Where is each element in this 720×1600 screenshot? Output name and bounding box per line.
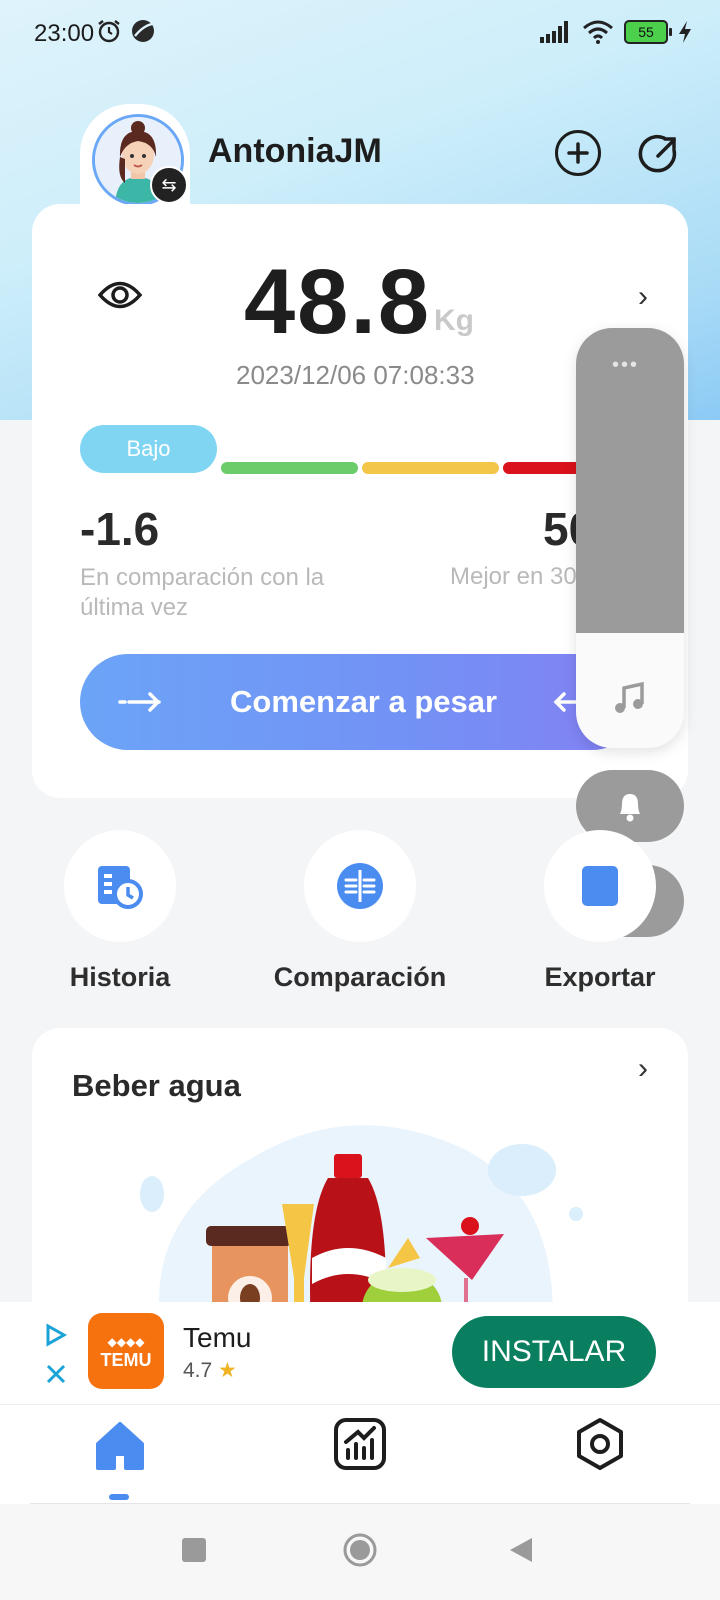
temu-logo-text: TEMU — [100, 1350, 152, 1370]
export-button[interactable] — [544, 830, 656, 942]
stats-icon[interactable] — [332, 1416, 388, 1477]
volume-panel[interactable]: ••• — [576, 328, 684, 748]
history-icon — [98, 866, 143, 909]
best-label: Mejor en 30 — [450, 563, 577, 590]
status-left-icons — [96, 18, 156, 44]
compare-button[interactable] — [304, 830, 416, 942]
history-label: Historia — [69, 962, 171, 992]
bar-segment-high — [362, 462, 499, 474]
battery-icon: 55 — [624, 20, 672, 44]
vpn-icon — [132, 20, 154, 42]
diff-value: -1.6 — [80, 503, 160, 555]
water-card-title: Beber agua — [72, 1068, 241, 1103]
water-chevron-right-icon[interactable]: › — [638, 1052, 648, 1086]
weight-unit: Kg — [434, 304, 474, 337]
diff-label: En comparación con la última vez — [80, 564, 325, 621]
nav-active-indicator — [109, 1494, 129, 1500]
ad-rating: 4.7 ★ — [183, 1358, 237, 1383]
ad-app-name: Temu — [183, 1322, 252, 1353]
charging-icon — [679, 21, 691, 43]
wifi-icon — [583, 20, 613, 44]
signal-icon — [540, 21, 568, 43]
recents-button[interactable] — [182, 1538, 206, 1562]
home-button[interactable] — [342, 1532, 378, 1568]
temu-logo: ◆◆◆◆ TEMU — [88, 1313, 164, 1389]
status-right-icons: 55 — [540, 20, 692, 44]
star-icon: ★ — [218, 1359, 237, 1382]
home-icon[interactable] — [92, 1418, 148, 1479]
history-button[interactable] — [64, 830, 176, 942]
ad-close-icon[interactable] — [44, 1362, 68, 1391]
status-badge: Bajo — [80, 425, 217, 473]
ad-rating-value: 4.7 — [183, 1359, 213, 1382]
switch-user-icon[interactable]: ⇆ — [150, 166, 188, 204]
temu-logo-glyphs: ◆◆◆◆ — [107, 1335, 145, 1349]
start-weighing-label: Comenzar a pesar — [230, 684, 498, 719]
measurement-datetime: 2023/12/06 07:08:33 — [236, 360, 475, 390]
add-icon[interactable] — [555, 130, 601, 176]
more-icon[interactable]: ••• — [612, 354, 639, 377]
install-button[interactable]: INSTALAR — [452, 1316, 656, 1388]
bar-segment-obese — [503, 462, 579, 474]
status-time: 23:00 — [34, 20, 95, 47]
start-weighing-button[interactable]: Comenzar a pesar — [80, 654, 640, 750]
compare-icon — [337, 863, 383, 909]
username: AntoniaJM — [208, 132, 382, 170]
ad-choices-icon[interactable] — [42, 1322, 68, 1353]
bar-segment-normal — [221, 462, 358, 474]
arrow-right-icon — [118, 692, 161, 712]
eye-icon[interactable] — [97, 278, 143, 317]
settings-icon[interactable] — [572, 1416, 628, 1477]
alarm-icon — [98, 20, 120, 43]
refresh-icon[interactable] — [634, 130, 682, 183]
export-label: Exportar — [544, 962, 656, 992]
export-icon — [582, 866, 618, 906]
compare-label: Comparación — [273, 962, 447, 992]
weight-value: 48.8 — [244, 251, 432, 353]
chevron-right-icon[interactable]: › — [638, 280, 648, 314]
music-note-icon[interactable] — [612, 680, 648, 716]
back-button[interactable] — [508, 1536, 534, 1569]
